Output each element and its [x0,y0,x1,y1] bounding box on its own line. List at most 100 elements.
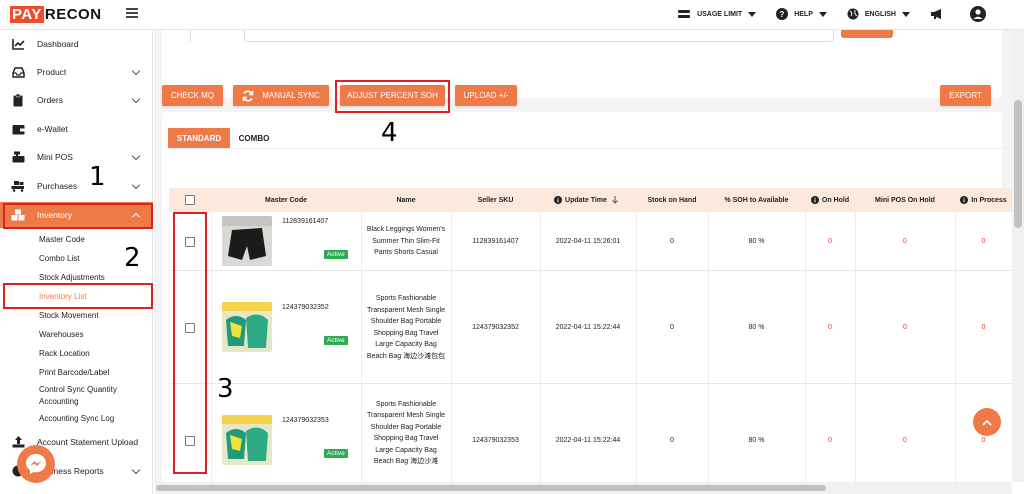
upload-adjust-button[interactable]: UPLOAD +/- [455,85,517,106]
scroll-to-top-button[interactable] [973,408,1001,436]
header-in-process[interactable]: In Process [955,188,1012,212]
sidebar-sub-print-barcode[interactable]: Print Barcode/Label [39,368,109,377]
sidebar-item-label: Dashboard [37,39,79,49]
manual-sync-button[interactable]: MANUAL SYNC [233,85,329,106]
clipboard-icon [11,93,25,107]
annotation-box-checkboxes [173,212,207,474]
user-avatar[interactable] [970,6,992,22]
inbox-icon [11,65,25,79]
info-icon [810,196,819,204]
export-button[interactable]: EXPORT [940,85,991,106]
sidebar-sub-accounting-sync-log[interactable]: Accounting Sync Log [39,414,114,423]
stock-on-hand-value: 0 [670,237,674,245]
stock-on-hand-value: 0 [670,436,674,444]
select-all-cell [169,188,211,212]
sync-icon [242,90,254,101]
language-dropdown[interactable]: ENGLISH [847,8,910,20]
update-time-value: 2022-04-11 15:26:01 [555,237,621,245]
language-label: ENGLISH [864,10,896,18]
in-process-value: 0 [981,436,986,444]
product-thumbnail[interactable] [222,216,272,266]
sidebar-sub-control-sync-quantity[interactable]: Control Sync Quantity [39,385,117,394]
chevron-down-icon [818,11,827,17]
payrecon-logo[interactable]: PAY RECON [10,6,102,23]
sidebar-sub-accounting[interactable]: Accounting [39,397,79,406]
vertical-scrollbar-thumb[interactable] [1014,100,1022,228]
info-icon [554,196,563,204]
tab-standard[interactable]: STANDARD [168,128,230,148]
chevron-down-icon [902,11,910,17]
update-time-value: 2022-04-11 15:22:44 [555,436,621,444]
header-minipos-on-hold[interactable]: Mini POS On Hold [855,188,955,212]
table-row[interactable]: 112839161407 Active Black Leggings Women… [169,212,1012,271]
in-process-value: 0 [981,237,986,245]
master-code-value: 112839161407 [282,218,329,225]
select-all-checkbox[interactable] [185,195,195,205]
header-name[interactable]: Name [361,188,451,212]
soh-pct-value: 80 % [748,323,765,331]
sidebar-item-dashboard[interactable]: Dashboard [0,31,153,57]
sidebar-sub-stock-movement[interactable]: Stock Movement [39,311,99,320]
megaphone-icon [931,9,941,19]
sidebar-sub-combo-list[interactable]: Combo List [39,254,79,263]
status-badge: Active [324,336,348,345]
sidebar-item-label: e-Wallet [37,124,68,134]
menu-toggle-icon[interactable] [126,8,138,18]
logo-part-pay: PAY [10,6,44,23]
chevron-down-icon [131,465,141,475]
horizontal-scrollbar-thumb[interactable] [156,485,826,491]
vertical-scrollbar[interactable] [1012,30,1024,482]
header-in-process-label: In Process [971,196,1007,204]
sidebar-sub-rack-location[interactable]: Rack Location [39,349,90,358]
annotation-number-4: 4 [381,118,398,148]
info-icon [960,196,969,204]
sidebar-item-purchases[interactable]: Purchases [0,173,153,199]
soh-pct-value: 80 % [748,436,765,444]
sidebar-item-orders[interactable]: Orders [0,87,153,113]
check-mq-button[interactable]: CHECK MQ [162,85,223,106]
tab-combo-label: COMBO [238,133,270,143]
header-stock-on-hand[interactable]: Stock on Hand [636,188,708,212]
soh-pct-value: 80 % [748,237,765,245]
header-on-hold[interactable]: On Hold [805,188,855,212]
header-update-time-label: Update Time [565,196,607,204]
header-master-code[interactable]: Master Code [211,188,361,212]
header-soh-pct[interactable]: % SOH to Available [708,188,805,212]
sidebar-sub-master-code[interactable]: Master Code [39,235,85,244]
help-label: HELP [794,10,813,18]
messenger-chat-button[interactable] [17,445,55,483]
annotation-number-3: 3 [217,374,234,404]
product-thumbnail[interactable] [222,302,272,352]
search-button[interactable] [841,30,893,38]
horizontal-scrollbar[interactable] [154,482,1012,494]
sidebar-item-minipos[interactable]: Mini POS [0,144,153,170]
product-name: Sports Fashionable Transparent Mesh Sing… [366,295,446,360]
product-name: Sports Fashionable Transparent Mesh Sing… [367,400,445,466]
svg-text:?: ? [780,10,785,19]
product-thumbnail[interactable] [222,415,272,465]
on-hold-value: 0 [828,237,832,245]
wallet-icon [11,122,25,136]
globe-icon [847,8,859,20]
table-row[interactable]: 124379032353 Active Sports Fashionable T… [169,384,1012,494]
table-row[interactable]: 124379032352 Active Sports Fashionable T… [169,271,1012,384]
sidebar-sub-warehouses[interactable]: Warehouses [39,330,84,339]
usage-limit-dropdown[interactable]: USAGE LIMIT [677,9,757,19]
seller-sku-value: 124379032353 [472,436,519,444]
logo-part-recon: RECON [44,6,102,23]
help-dropdown[interactable]: ? HELP [776,8,827,20]
header-update-time[interactable]: Update Time [540,188,636,212]
tab-combo[interactable]: COMBO [230,128,278,148]
sidebar-item-ewallet[interactable]: e-Wallet [0,116,153,142]
header-on-hold-label: On Hold [821,196,850,204]
on-hold-value: 0 [828,436,832,444]
announcement-button[interactable] [930,8,950,20]
search-input[interactable] [244,30,834,42]
sidebar-item-label: Orders [37,95,63,105]
header-seller-sku[interactable]: Seller SKU [451,188,540,212]
sort-down-icon[interactable] [611,196,619,204]
sidebar-sub-stock-adjustments[interactable]: Stock Adjustments [39,273,105,282]
sidebar-item-product[interactable]: Product [0,59,153,85]
user-avatar-icon [970,6,986,22]
annotation-number-1: 1 [89,162,106,192]
